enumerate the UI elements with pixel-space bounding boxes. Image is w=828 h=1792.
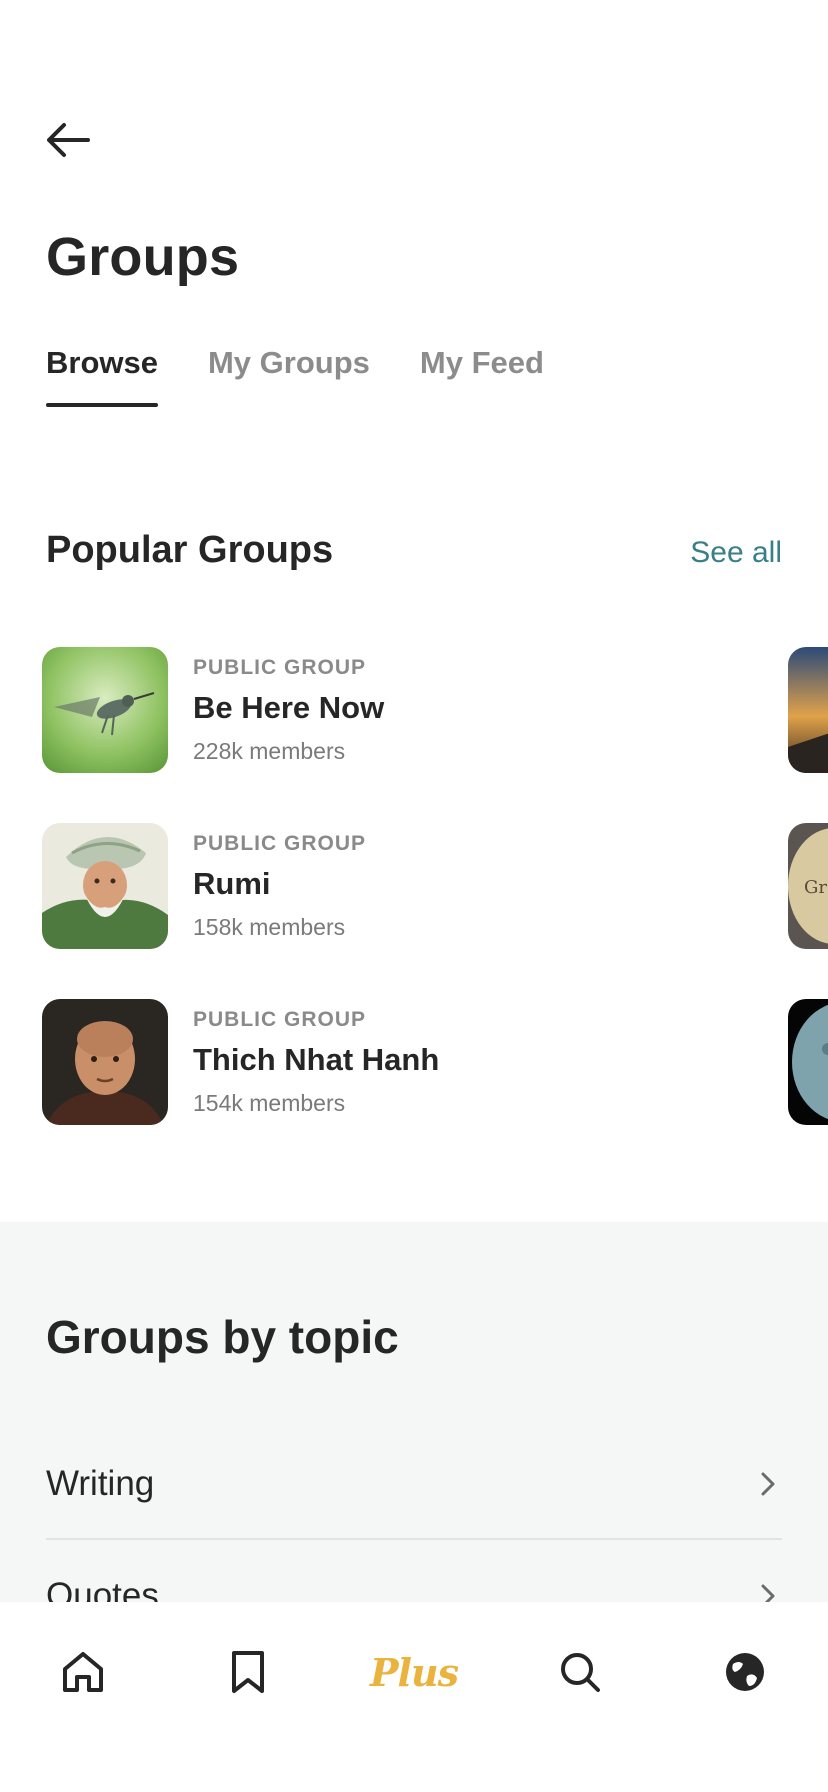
peek-card-sunset[interactable] xyxy=(788,647,828,773)
rumi-portrait-image xyxy=(42,823,168,949)
search-icon xyxy=(560,1653,600,1692)
group-name: Thich Nhat Hanh xyxy=(193,1041,440,1077)
bookmark-icon xyxy=(232,1651,265,1693)
home-icon xyxy=(62,1652,103,1692)
groups-screen: Groups Browse My Groups My Feed Popular … xyxy=(0,0,828,1792)
nav-home[interactable] xyxy=(43,1642,123,1702)
tab-bar: Browse My Groups My Feed xyxy=(46,345,544,407)
monk-portrait-image xyxy=(42,999,168,1125)
group-type-label: PUBLIC GROUP xyxy=(193,655,367,679)
nav-plus[interactable]: Plus xyxy=(370,1642,459,1702)
tab-my-groups[interactable]: My Groups xyxy=(208,345,370,407)
group-members: 228k members xyxy=(193,737,346,764)
nav-bookmarks[interactable] xyxy=(208,1642,288,1702)
group-name: Be Here Now xyxy=(193,689,385,725)
popular-groups-title: Popular Groups xyxy=(46,529,334,571)
group-row-thich-nhat-hanh[interactable]: PUBLIC GROUP Thich Nhat Hanh 154k member… xyxy=(42,999,782,1125)
topic-label: Writing xyxy=(46,1464,155,1503)
group-type-label: PUBLIC GROUP xyxy=(193,831,367,855)
group-row-rumi[interactable]: PUBLIC GROUP Rumi 158k members xyxy=(42,823,782,949)
back-button[interactable] xyxy=(40,112,96,168)
nav-search[interactable] xyxy=(540,1642,620,1702)
group-name: Rumi xyxy=(193,865,271,901)
nav-community[interactable] xyxy=(705,1642,785,1702)
groups-by-topic-title: Groups by topic xyxy=(46,1311,399,1363)
page-title: Groups xyxy=(46,227,240,287)
peek-stone-text: Gr xyxy=(804,877,827,898)
group-members: 154k members xyxy=(193,1089,346,1116)
plus-label: Plus xyxy=(369,1649,459,1695)
group-members: 158k members xyxy=(193,913,346,940)
group-type-label: PUBLIC GROUP xyxy=(193,1007,367,1031)
globe-icon xyxy=(726,1653,765,1691)
see-all-link[interactable]: See all xyxy=(690,536,782,570)
peek-card-moon[interactable] xyxy=(788,999,828,1125)
tab-browse[interactable]: Browse xyxy=(46,345,158,407)
arrow-left-icon xyxy=(47,123,90,157)
topic-row-writing[interactable]: Writing xyxy=(46,1430,782,1540)
bottom-navigation: Plus xyxy=(0,1602,828,1792)
hummingbird-image xyxy=(42,647,168,773)
chevron-right-icon xyxy=(754,1470,782,1498)
peek-card-stone[interactable]: Gr xyxy=(788,823,828,949)
group-row-be-here-now[interactable]: PUBLIC GROUP Be Here Now 228k members xyxy=(42,647,782,773)
tab-my-feed[interactable]: My Feed xyxy=(420,345,544,407)
